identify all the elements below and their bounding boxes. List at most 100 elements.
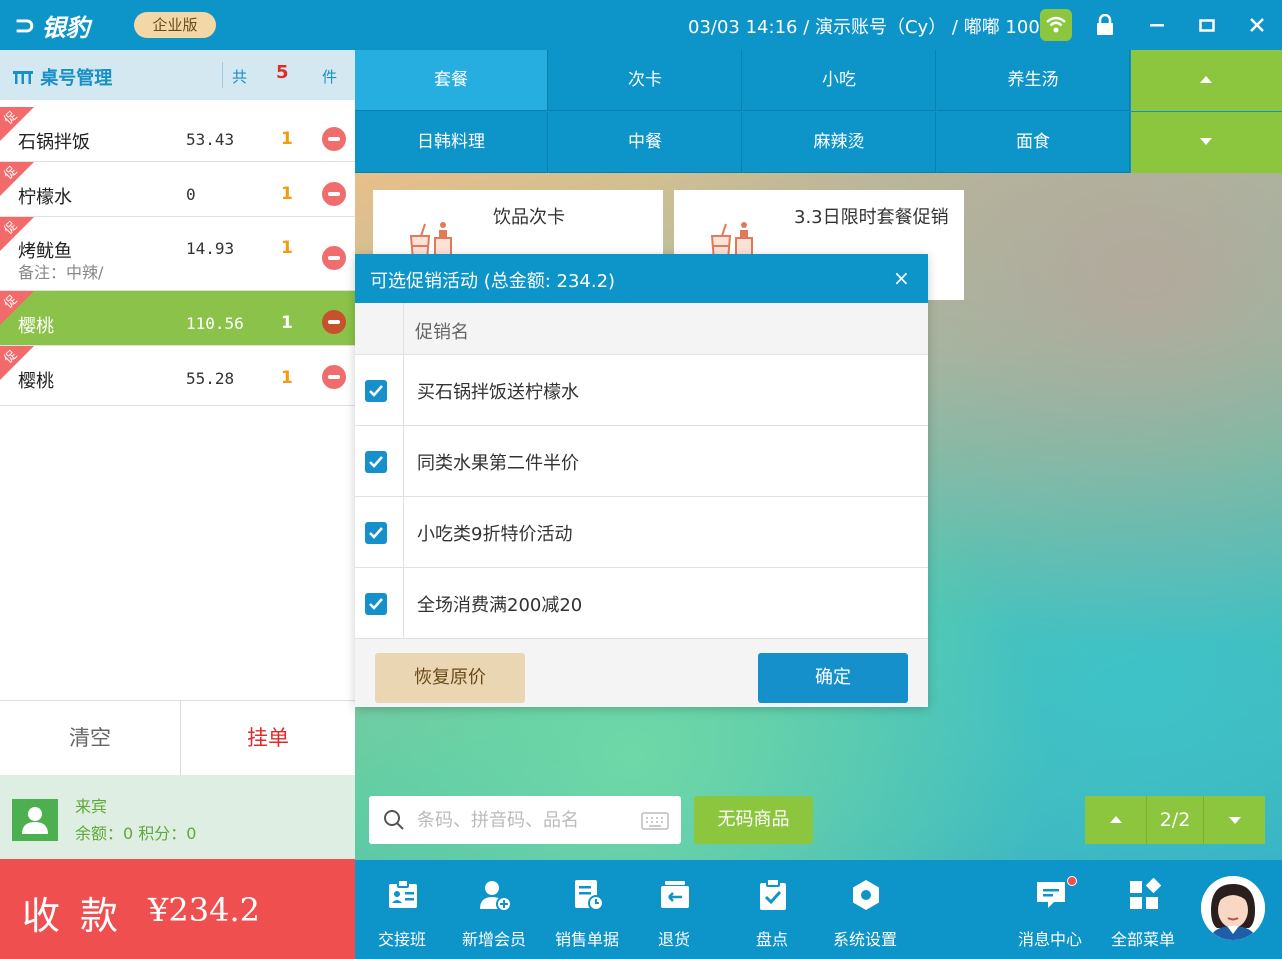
item-quantity: 1	[281, 368, 293, 388]
remove-item-button[interactable]	[322, 182, 346, 206]
customer-service-avatar[interactable]	[1201, 876, 1265, 940]
promotion-name: 全场消费满200减20	[417, 595, 583, 616]
category-grid: 套餐 次卡 小吃 养生汤 日韩料理 中餐 麻辣烫 面食	[355, 50, 1282, 173]
tool-label: 消息中心	[1017, 930, 1082, 949]
order-item-selected[interactable]: 促 樱桃 110.56 1	[0, 291, 355, 346]
wifi-icon[interactable]	[1040, 9, 1072, 41]
dialog-title: 可选促销活动 (总金额: 234.2)	[370, 271, 616, 292]
item-name: 石锅拌饭	[18, 132, 90, 153]
promotion-checkbox[interactable]	[365, 380, 387, 402]
notification-dot	[1067, 876, 1077, 886]
remove-item-button[interactable]	[322, 310, 346, 334]
item-name: 樱桃	[18, 371, 54, 392]
page-up-icon[interactable]	[1085, 796, 1147, 844]
item-quantity: 1	[281, 129, 293, 149]
promotion-checkbox[interactable]	[365, 593, 387, 615]
checkout-button[interactable]: 收款 ¥234.2	[0, 859, 355, 959]
order-item[interactable]: 促 柠檬水 0 1	[0, 162, 355, 217]
menu-icon	[1130, 878, 1161, 909]
promotion-row[interactable]: 全场消费满200减20	[355, 568, 928, 639]
remove-item-button[interactable]	[322, 365, 346, 389]
category-tab[interactable]: 次卡	[549, 50, 742, 111]
keyboard-icon[interactable]	[641, 812, 669, 830]
return-button[interactable]: 退货	[629, 860, 719, 959]
restore-price-button[interactable]: 恢复原价	[375, 653, 525, 703]
promotion-row[interactable]: 小吃类9折特价活动	[355, 497, 928, 568]
count-suffix: 件	[322, 68, 338, 86]
message-center-button[interactable]: 消息中心	[1005, 860, 1095, 959]
checkout-amount: ¥234.2	[148, 891, 260, 929]
minimize-icon[interactable]	[1142, 9, 1172, 41]
product-name: 饮品次卡	[493, 207, 565, 228]
sales-receipt-button[interactable]: 销售单据	[542, 860, 632, 959]
category-tab[interactable]: 面食	[937, 112, 1130, 173]
category-tab[interactable]: 中餐	[549, 112, 742, 173]
edition-badge: 企业版	[134, 12, 216, 38]
search-input[interactable]	[417, 806, 627, 834]
item-price: 53.43	[186, 130, 235, 149]
inventory-button[interactable]: 盘点	[727, 860, 817, 959]
clear-button[interactable]: 清空	[0, 701, 181, 776]
add-member-button[interactable]: 新增会员	[449, 860, 539, 959]
category-down-icon[interactable]	[1131, 112, 1282, 173]
session-status: 03/03 14:16 / 演示账号（Cy） / 嘟嘟 1001	[688, 17, 1052, 38]
order-item[interactable]: 促 樱桃 55.28 1	[0, 346, 355, 406]
dialog-close-icon[interactable]: ×	[893, 266, 910, 290]
promotion-row[interactable]: 同类水果第二件半价	[355, 426, 928, 497]
promotion-checkbox[interactable]	[365, 522, 387, 544]
promotion-name: 同类水果第二件半价	[417, 453, 579, 474]
lock-icon[interactable]	[1090, 9, 1120, 41]
order-item[interactable]: 促 烤鱿鱼 备注：中辣/ 14.93 1	[0, 217, 355, 291]
handover-button[interactable]: 交接班	[357, 860, 447, 959]
tool-label: 全部菜单	[1110, 930, 1175, 949]
remove-item-button[interactable]	[322, 246, 346, 270]
category-tab[interactable]: 小吃	[743, 50, 936, 111]
promotion-column-header: 促销名	[355, 303, 928, 355]
close-icon[interactable]	[1242, 9, 1272, 41]
checkout-label: 收款	[22, 894, 139, 938]
tool-label: 系统设置	[832, 930, 897, 949]
order-actions: 清空 挂单	[0, 700, 355, 776]
no-barcode-item-button[interactable]: 无码商品	[694, 796, 813, 844]
tool-label: 新增会员	[461, 930, 526, 949]
dialog-header: 可选促销活动 (总金额: 234.2) ×	[355, 254, 928, 303]
category-tab[interactable]: 麻辣烫	[743, 112, 936, 173]
member-panel[interactable]: 来宾 余额：0 积分：0	[0, 775, 355, 859]
logo-mark-icon: ⊃	[14, 10, 36, 41]
maximize-icon[interactable]	[1192, 9, 1222, 41]
category-tab[interactable]: 养生汤	[937, 50, 1130, 111]
table-management-label: 桌号管理	[40, 68, 113, 89]
promotion-checkbox[interactable]	[365, 451, 387, 473]
promotion-name: 买石锅拌饭送柠檬水	[417, 382, 579, 403]
table-management-title[interactable]: 桌号管理	[12, 64, 112, 90]
all-menus-button[interactable]: 全部菜单	[1098, 860, 1188, 959]
item-count: 5	[276, 62, 289, 83]
table-header[interactable]: 桌号管理 共 5 件	[0, 50, 355, 100]
column-divider	[403, 497, 404, 567]
item-quantity: 1	[281, 238, 293, 258]
promotion-row[interactable]: 买石锅拌饭送柠檬水	[355, 355, 928, 426]
system-settings-button[interactable]: 系统设置	[820, 860, 910, 959]
category-up-icon[interactable]	[1131, 50, 1282, 111]
member-balance: 余额：0 积分：0	[75, 824, 197, 843]
remove-item-button[interactable]	[322, 127, 346, 151]
pager: 2/2	[1085, 796, 1265, 844]
item-note: 备注：中辣/	[18, 263, 104, 282]
item-name: 柠檬水	[18, 187, 72, 208]
order-panel: 桌号管理 共 5 件 促 石锅拌饭 53.43 1 促 柠檬水 0 1 促 烤鱿…	[0, 50, 355, 959]
category-tab[interactable]: 套餐	[355, 50, 548, 111]
column-divider	[403, 426, 404, 496]
promotion-dialog: 可选促销活动 (总金额: 234.2) × 促销名 买石锅拌饭送柠檬水 同类水果…	[355, 254, 928, 707]
page-down-icon[interactable]	[1203, 796, 1265, 844]
item-price: 14.93	[186, 239, 235, 258]
hang-order-button[interactable]: 挂单	[181, 701, 355, 776]
order-item[interactable]: 促 石锅拌饭 53.43 1	[0, 107, 355, 162]
confirm-button[interactable]: 确定	[758, 653, 908, 703]
item-quantity: 1	[281, 184, 293, 204]
item-quantity: 1	[281, 313, 293, 333]
category-tab[interactable]: 日韩料理	[355, 112, 548, 173]
bottom-toolbar: 交接班 新增会员 销售单据 退货 盘点 系统设置 消息中心 全部菜单	[355, 860, 1282, 959]
column-divider	[403, 568, 404, 638]
tool-label: 退货	[657, 930, 690, 949]
member-avatar-icon	[12, 799, 58, 841]
